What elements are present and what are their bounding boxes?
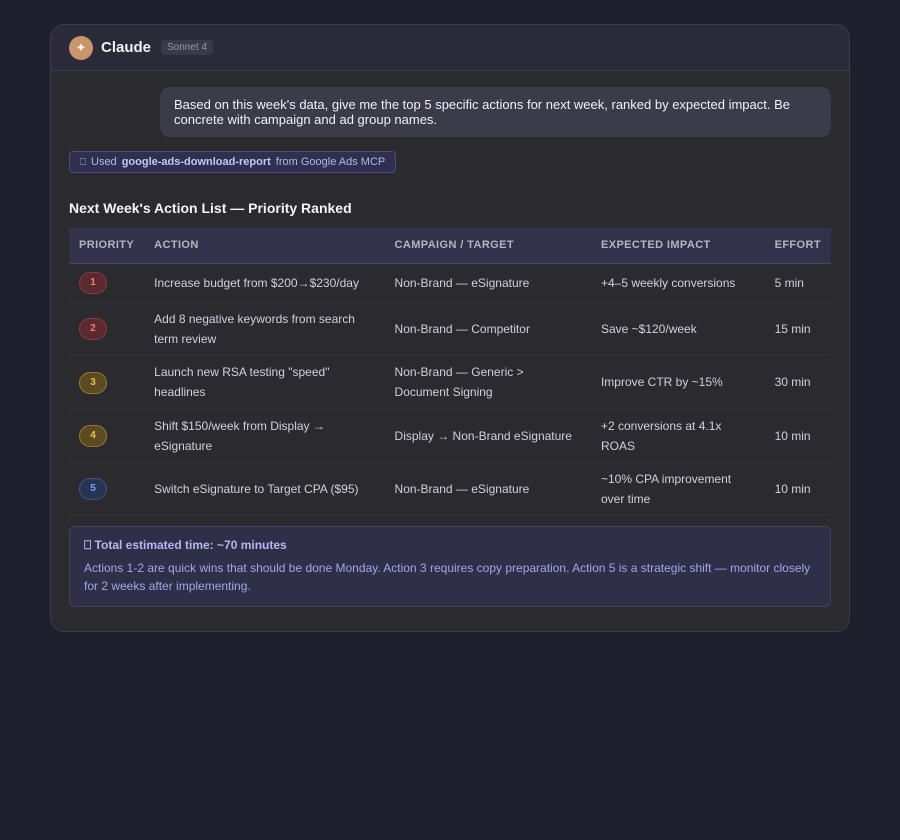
priority-badge: 1 (79, 272, 107, 294)
action-cell: Launch new RSA testing "speed" headlines (144, 355, 385, 410)
campaign-cell: Display → Non-Brand eSignature (384, 409, 591, 463)
chat-window: ✦ Claude Sonnet 4 Based on this week's d… (50, 24, 850, 632)
action-cell: Shift $150/week from Display → eSignatur… (144, 409, 385, 463)
action-table: PRIORITY ACTION CAMPAIGN / TARGET EXPECT… (69, 228, 831, 516)
tool-name: google-ads-download-report (121, 156, 271, 168)
conversation: Based on this week's data, give me the t… (51, 71, 849, 607)
priority-badge: 3 (79, 371, 107, 394)
user-message: Based on this week's data, give me the t… (160, 87, 831, 137)
chat-header: ✦ Claude Sonnet 4 (51, 25, 849, 71)
time-summary-note: ⎕ Total estimated time: ~70 minutes Acti… (69, 525, 831, 607)
table-row: 5 Switch eSignature to Target CPA ($95) … (69, 462, 831, 516)
tool-usage-chip[interactable]: ⎕ Used google-ads-download-report from G… (69, 151, 397, 173)
campaign-cell: Non-Brand — Generic > Document Signing (384, 355, 591, 410)
table-row: 1 Increase budget from $200→$230/day Non… (69, 263, 831, 303)
table-row: 3 Launch new RSA testing "speed" headlin… (69, 355, 831, 410)
wrench-icon: ⎕ (80, 156, 86, 168)
column-header-action: ACTION (144, 228, 385, 264)
impact-cell: +4–5 weekly conversions (590, 263, 765, 303)
model-badge: Sonnet 4 (161, 40, 214, 55)
impact-cell: Save ~$120/week (590, 302, 765, 356)
section-title: Next Week's Action List — Priority Ranke… (69, 200, 352, 216)
column-header-impact: EXPECTED IMPACT (590, 228, 765, 264)
priority-badge: 5 (79, 478, 107, 500)
sparkle-icon: ✦ (69, 35, 93, 60)
clock-icon: ⎕ (84, 537, 92, 552)
column-header-effort: EFFORT (764, 228, 831, 264)
action-cell: Increase budget from $200→$230/day (144, 263, 385, 303)
column-header-priority: PRIORITY (69, 228, 145, 264)
tool-usage-suffix: from Google Ads MCP (275, 156, 386, 168)
effort-cell: 5 min (764, 263, 831, 303)
impact-cell: Improve CTR by ~15% (590, 355, 765, 410)
action-cell: Add 8 negative keywords from search term… (144, 302, 385, 356)
priority-badge: 4 (79, 425, 107, 447)
action-cell: Switch eSignature to Target CPA ($95) (144, 462, 385, 516)
table-row: 4 Shift $150/week from Display → eSignat… (69, 409, 831, 463)
campaign-cell: Non-Brand — eSignature (384, 263, 591, 303)
table-header-row: PRIORITY ACTION CAMPAIGN / TARGET EXPECT… (69, 228, 831, 264)
column-header-campaign: CAMPAIGN / TARGET (384, 228, 591, 264)
table-row: 2 Add 8 negative keywords from search te… (69, 302, 831, 356)
impact-cell: ~10% CPA improvement over time (590, 462, 765, 516)
priority-badge: 2 (79, 318, 107, 340)
effort-cell: 10 min (764, 462, 831, 516)
app-title: Claude (101, 39, 152, 56)
effort-cell: 10 min (764, 409, 831, 463)
tool-usage-prefix: Used (91, 156, 117, 168)
effort-cell: 15 min (764, 302, 831, 356)
campaign-cell: Non-Brand — eSignature (384, 462, 591, 516)
campaign-cell: Non-Brand — Competitor (384, 302, 591, 356)
user-message-row: Based on this week's data, give me the t… (69, 87, 831, 137)
effort-cell: 30 min (764, 355, 831, 410)
note-title: Total estimated time: ~70 minutes (94, 537, 287, 552)
impact-cell: +2 conversions at 4.1x ROAS (590, 409, 765, 463)
note-title-row: ⎕ Total estimated time: ~70 minutes (84, 538, 816, 553)
note-body: Actions 1-2 are quick wins that should b… (84, 560, 811, 593)
